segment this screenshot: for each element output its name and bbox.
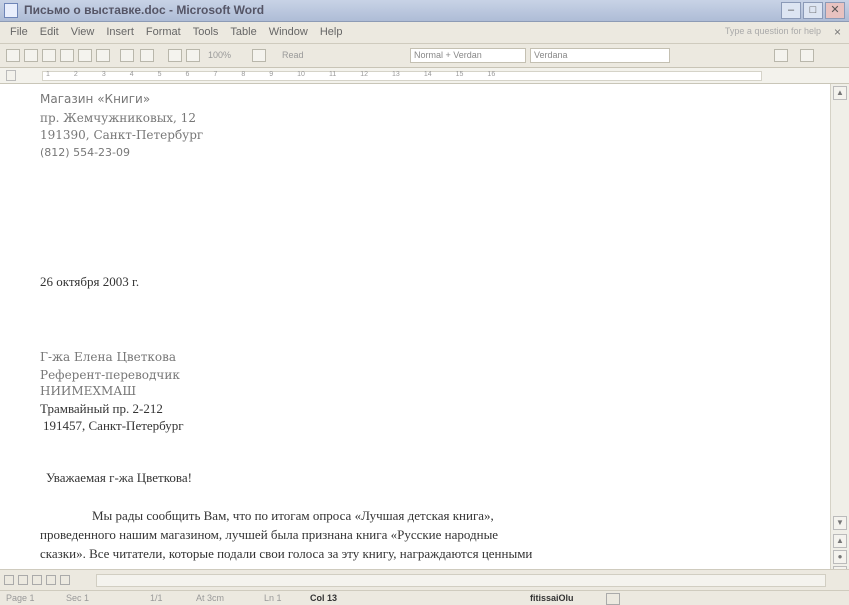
scroll-down-icon[interactable]: ▼ — [833, 516, 847, 530]
vertical-scrollbar[interactable]: ▲ ▼ ▲ ● ▼ — [830, 84, 849, 590]
standard-toolbar: 100% Read Normal + Verdan Verdana — [0, 44, 849, 68]
view-bar — [0, 569, 849, 590]
help-question-input[interactable]: Type a question for help — [693, 26, 821, 40]
recipient-title: Референт-переводчик — [40, 368, 180, 382]
ruler-number: 9 — [269, 71, 274, 78]
sender-name: Магазин «Книги» — [40, 92, 151, 106]
word-app-icon[interactable] — [4, 3, 18, 18]
menu-help[interactable]: Help — [320, 26, 343, 38]
ruler-number: 7 — [213, 71, 218, 78]
select-browse-object-icon[interactable]: ● — [833, 550, 847, 564]
menu-items: File Edit View Insert Format Tools Table… — [10, 26, 342, 38]
title-bar: Письмо о выставке.doc - Microsoft Word ‒… — [0, 0, 849, 22]
insert-table-icon[interactable] — [168, 49, 182, 62]
body-line: Мы рады сообщить Вам, что по итогам опро… — [92, 508, 494, 523]
permission-icon[interactable] — [60, 49, 74, 62]
save-icon[interactable] — [42, 49, 56, 62]
minimize-button[interactable]: ‒ — [781, 2, 801, 19]
ruler-number: 15 — [455, 71, 464, 78]
read-button[interactable]: Read — [282, 50, 304, 60]
open-folder-icon[interactable] — [24, 49, 38, 62]
print-preview-icon[interactable] — [96, 49, 110, 62]
menu-edit[interactable]: Edit — [40, 26, 59, 38]
status-at: At 3cm — [196, 593, 225, 603]
close-document-button[interactable]: × — [834, 25, 841, 39]
style-select[interactable]: Normal + Verdan — [410, 48, 526, 63]
recipient-city: 191457, Санкт-Петербург — [43, 418, 184, 433]
highlight-icon[interactable] — [800, 49, 814, 62]
status-column: Col 13 — [310, 593, 338, 603]
window-title: Письмо о выставке.doc - Microsoft Word — [24, 3, 265, 17]
maximize-button[interactable]: □ — [803, 2, 823, 19]
menu-view[interactable]: View — [71, 26, 95, 38]
menu-table[interactable]: Table — [230, 26, 256, 38]
letter-date: 26 октября 2003 г. — [40, 274, 140, 289]
menu-tools[interactable]: Tools — [193, 26, 219, 38]
spelling-status-icon[interactable] — [606, 593, 620, 605]
ruler-number: 3 — [101, 71, 106, 78]
close-button[interactable]: ✕ — [825, 2, 845, 19]
web-layout-icon[interactable] — [18, 575, 28, 585]
status-page: Page 1 — [6, 593, 35, 603]
ruler-number: 6 — [185, 71, 190, 78]
ruler-number: 5 — [157, 71, 162, 78]
ruler-number: 1 — [46, 71, 50, 78]
menu-format[interactable]: Format — [146, 26, 181, 38]
redo-icon[interactable] — [140, 49, 154, 62]
recipient-name: Г-жа Елена Цветкова — [40, 350, 177, 364]
menu-bar: File Edit View Insert Format Tools Table… — [0, 22, 849, 44]
normal-view-icon[interactable] — [4, 575, 14, 585]
help-icon[interactable] — [252, 49, 266, 62]
status-section: Sec 1 — [66, 593, 90, 603]
prev-page-icon[interactable]: ▲ — [833, 534, 847, 548]
status-line: Ln 1 — [264, 593, 282, 603]
ruler-number: 16 — [487, 71, 496, 78]
ruler-number: 2 — [73, 71, 78, 78]
horizontal-scrollbar[interactable] — [96, 574, 826, 587]
status-pages: 1/1 — [150, 593, 163, 603]
zoom-box[interactable]: 100% — [208, 50, 231, 60]
recipient-street: Трамвайный пр. 2-212 — [40, 401, 163, 416]
outline-view-icon[interactable] — [46, 575, 56, 585]
ruler-number: 11 — [328, 71, 337, 78]
menu-file[interactable]: File — [10, 26, 28, 38]
sender-city: 191390, Санкт-Петербург — [40, 128, 204, 142]
sender-street: пр. Жемчужниковых, 12 — [40, 111, 196, 125]
ruler-number: 8 — [241, 71, 246, 78]
ruler-number: 10 — [297, 71, 305, 78]
horizontal-ruler: 1 2 3 4 5 6 7 8 9 10 11 12 13 14 15 16 — [0, 68, 849, 84]
ruler-number: 13 — [392, 71, 400, 78]
font-select[interactable]: Verdana — [530, 48, 670, 63]
scroll-up-icon[interactable]: ▲ — [833, 86, 847, 100]
ruler-number: 14 — [423, 71, 432, 78]
window-controls: ‒ □ ✕ — [781, 2, 845, 19]
menu-window[interactable]: Window — [269, 26, 308, 38]
status-language: fitissaiOlu — [530, 593, 574, 603]
status-bar: Page 1 Sec 1 1/1 At 3cm Ln 1 Col 13 fiti… — [0, 590, 849, 605]
document-area[interactable]: Магазин «Книги» пр. Жемчужниковых, 12 19… — [0, 84, 830, 590]
tab-selector[interactable] — [6, 70, 16, 81]
ruler-number: 4 — [129, 71, 134, 78]
salutation: Уважаемая г-жа Цветкова! — [46, 470, 192, 485]
print-layout-icon[interactable] — [32, 575, 42, 585]
reading-layout-icon[interactable] — [60, 575, 70, 585]
sender-phone: (812) 554-23-09 — [40, 146, 131, 159]
body-line: проведенного нашим магазином, лучшей был… — [40, 527, 499, 542]
border-icon[interactable] — [774, 49, 788, 62]
body-line: сказки». Все читатели, которые подали св… — [40, 546, 533, 561]
print-icon[interactable] — [78, 49, 92, 62]
show-formatting-icon[interactable] — [186, 49, 200, 62]
menu-insert[interactable]: Insert — [106, 26, 134, 38]
undo-icon[interactable] — [120, 49, 134, 62]
new-document-icon[interactable] — [6, 49, 20, 62]
ruler-number: 12 — [360, 71, 369, 78]
recipient-org: НИИМЕХМАШ — [40, 384, 137, 398]
ruler-numbers: 1 2 3 4 5 6 7 8 9 10 11 12 13 14 15 16 — [46, 71, 495, 78]
